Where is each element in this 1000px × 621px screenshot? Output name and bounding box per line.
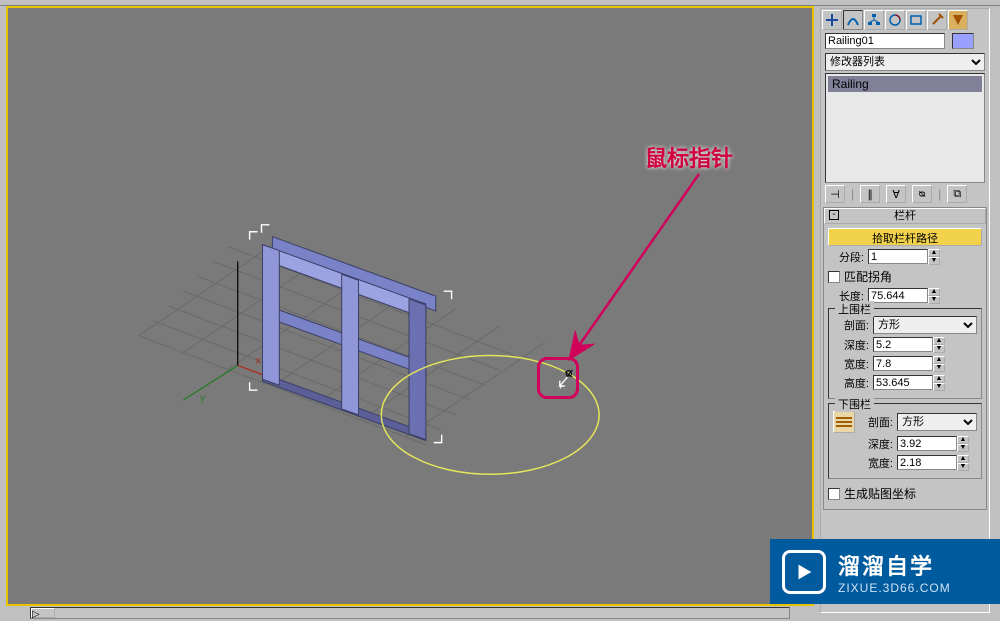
spinner-down[interactable]: ▼ — [957, 463, 969, 471]
railing-rollout: - 栏杆 拾取栏杆路径 分段: ▲▼ 匹配拐角 长度: ▲▼ — [823, 207, 987, 510]
hierarchy-tab[interactable] — [864, 10, 884, 30]
spinner-down[interactable]: ▼ — [933, 345, 945, 353]
watermark-url: ZIXUE.3D66.COM — [838, 581, 951, 595]
spinner-up[interactable]: ▲ — [933, 337, 945, 345]
modifier-stack-toolbar: ⊣ | ∥ ∀ ᴓ | ⧉ — [825, 185, 985, 203]
rollout-header[interactable]: - 栏杆 — [824, 208, 986, 224]
upper-depth-label: 深度: — [833, 337, 869, 353]
match-corners-checkbox[interactable] — [828, 271, 840, 283]
upper-height-input[interactable] — [873, 375, 933, 390]
generate-uv-label: 生成贴图坐标 — [844, 485, 916, 502]
object-color-swatch[interactable] — [952, 33, 974, 49]
svg-text:x: x — [256, 355, 261, 366]
remove-modifier-button[interactable]: ᴓ — [912, 185, 932, 203]
motion-tab[interactable] — [885, 10, 905, 30]
make-unique-button[interactable]: ∀ — [886, 185, 906, 203]
scene-svg: x y — [9, 9, 811, 603]
match-corners-label: 匹配拐角 — [844, 268, 892, 285]
svg-text:y: y — [200, 393, 205, 404]
spinner-up[interactable]: ▲ — [928, 288, 940, 296]
rollout-title: 栏杆 — [894, 210, 916, 222]
upper-profile-select[interactable]: 方形 — [873, 316, 977, 334]
lower-rail-count-icon[interactable] — [833, 411, 855, 433]
rollout-collapse-icon[interactable]: - — [829, 210, 839, 220]
modify-tab[interactable] — [843, 10, 863, 30]
upper-rail-group: 上围栏 剖面: 方形 深度: ▲▼ 宽度: ▲▼ 高度: — [828, 308, 982, 399]
lower-rail-group: 下围栏 剖面: 方形 深度: ▲▼ — [828, 403, 982, 479]
time-slider[interactable] — [30, 607, 790, 619]
spinner-down[interactable]: ▼ — [933, 364, 945, 372]
spinner-up[interactable]: ▲ — [928, 249, 940, 257]
perspective-viewport[interactable]: x y — [6, 6, 814, 606]
segments-input[interactable] — [868, 249, 928, 264]
spinner-up[interactable]: ▲ — [957, 455, 969, 463]
spinner-down[interactable]: ▼ — [928, 296, 940, 304]
pick-railing-path-button[interactable]: 拾取栏杆路径 — [828, 228, 982, 246]
create-tab[interactable] — [822, 10, 842, 30]
utilities-tab[interactable] — [927, 10, 947, 30]
viewport-inner: x y — [9, 9, 811, 603]
lower-rail-title: 下围栏 — [835, 396, 874, 412]
extra-tab[interactable] — [948, 10, 968, 30]
upper-profile-label: 剖面: — [833, 317, 869, 333]
spinner-down[interactable]: ▼ — [957, 444, 969, 452]
lower-depth-label: 深度: — [863, 436, 893, 452]
upper-depth-input[interactable] — [873, 337, 933, 352]
spinner-down[interactable]: ▼ — [933, 383, 945, 391]
generate-uv-checkbox[interactable] — [828, 488, 840, 500]
watermark-brand: 溜溜自学 — [838, 549, 951, 581]
length-input[interactable] — [868, 288, 928, 303]
upper-width-input[interactable] — [873, 356, 933, 371]
lower-depth-input[interactable] — [897, 436, 957, 451]
spinner-up[interactable]: ▲ — [957, 436, 969, 444]
lower-width-label: 宽度: — [863, 455, 893, 471]
object-name-input[interactable] — [825, 33, 945, 49]
separator: | — [938, 187, 941, 201]
upper-width-label: 宽度: — [833, 356, 869, 372]
pin-stack-button[interactable]: ⊣ — [825, 185, 845, 203]
command-panel-tabs — [821, 9, 989, 31]
upper-rail-title: 上围栏 — [835, 301, 874, 317]
upper-height-label: 高度: — [833, 375, 869, 391]
spinner-up[interactable]: ▲ — [933, 356, 945, 364]
lower-profile-label: 剖面: — [863, 414, 893, 430]
modifier-stack[interactable]: Railing — [825, 73, 985, 183]
separator: | — [851, 187, 854, 201]
watermark-logo-icon — [782, 550, 826, 594]
spinner-up[interactable]: ▲ — [933, 375, 945, 383]
annotation-highlight-box — [537, 357, 579, 399]
modifier-stack-item[interactable]: Railing — [828, 76, 982, 92]
lower-width-input[interactable] — [897, 455, 957, 470]
playback-start-icon[interactable]: ▷ — [32, 609, 40, 620]
display-tab[interactable] — [906, 10, 926, 30]
command-panel: 修改器列表 Railing ⊣ | ∥ ∀ ᴓ | ⧉ - 栏杆 拾取栏杆路径 … — [820, 8, 990, 613]
configure-sets-button[interactable]: ⧉ — [947, 185, 967, 203]
modifier-list-dropdown[interactable]: 修改器列表 — [825, 53, 985, 71]
lower-profile-select[interactable]: 方形 — [897, 413, 977, 431]
show-end-result-button[interactable]: ∥ — [860, 185, 880, 203]
annotation-label: 鼠标指针 — [645, 141, 733, 173]
spinner-down[interactable]: ▼ — [928, 257, 940, 265]
watermark: 溜溜自学 ZIXUE.3D66.COM — [770, 539, 1000, 604]
segments-label: 分段: — [828, 249, 864, 265]
